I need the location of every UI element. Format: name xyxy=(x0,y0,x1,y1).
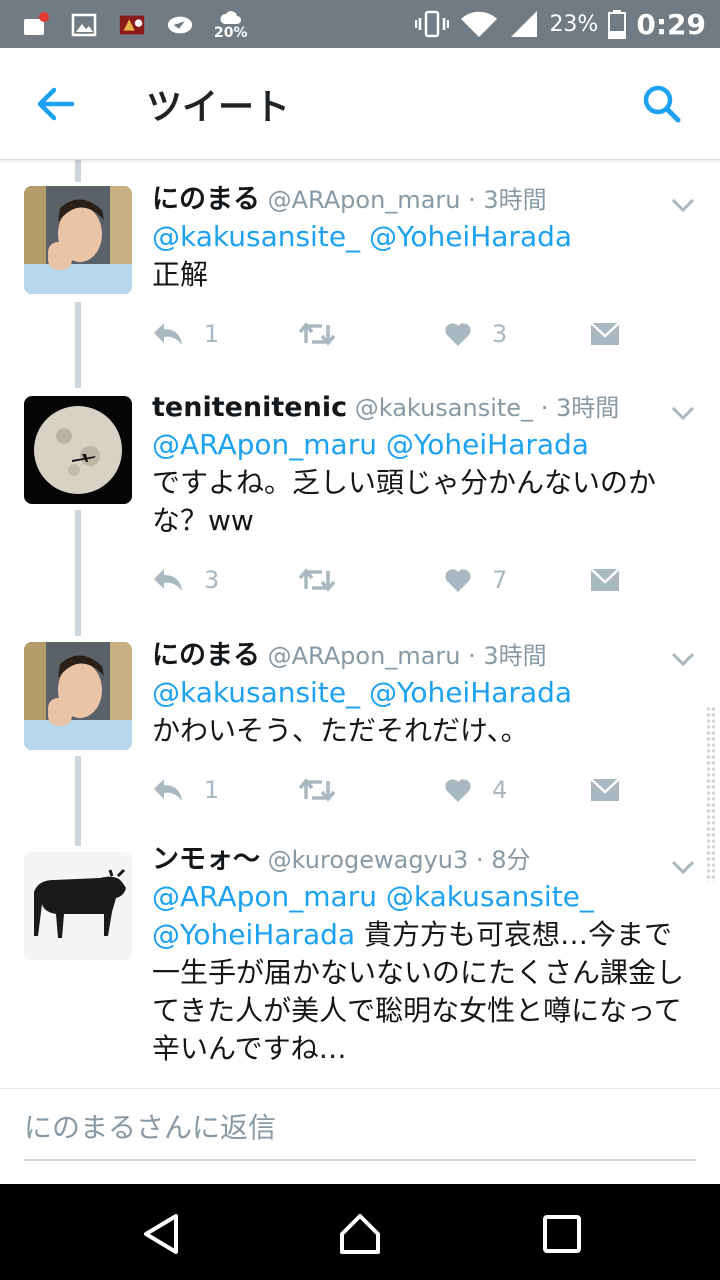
square-recents-icon xyxy=(543,1215,581,1253)
reply-icon xyxy=(154,779,182,801)
heart-icon xyxy=(445,323,471,346)
reply-count: 3 xyxy=(204,566,220,594)
scroll-indicator xyxy=(706,706,716,882)
tweet[interactable]: ンモォ〜 @kurogewagyu3 · 8分 @ARApon_maru @ka… xyxy=(0,844,720,1088)
cloud-icon xyxy=(220,11,241,24)
system-navigation-bar xyxy=(0,1184,720,1280)
reply-icon xyxy=(154,569,182,591)
retweet-button[interactable] xyxy=(298,314,336,354)
tweet-menu-button[interactable] xyxy=(668,190,698,220)
direct-message-button[interactable] xyxy=(590,770,620,810)
home-icon xyxy=(340,1214,380,1254)
chevron-down-icon xyxy=(671,406,695,421)
handle[interactable]: @ARApon_maru xyxy=(268,642,461,670)
status-bar: 20% 23% 0:29 xyxy=(0,0,720,48)
display-name[interactable]: tenitenitenic xyxy=(152,392,347,423)
retweet-button[interactable] xyxy=(298,770,336,810)
thread-line xyxy=(75,160,81,182)
triangle-back-icon xyxy=(144,1214,178,1254)
heart-icon xyxy=(445,779,471,802)
tweet-text: かわいそう、ただそれだけ、。 xyxy=(152,714,529,747)
search-icon xyxy=(643,85,681,123)
clock: 0:29 xyxy=(636,7,706,41)
handle[interactable]: @kakusansite_ xyxy=(355,394,533,422)
reply-count: 1 xyxy=(204,320,220,348)
weather-indicator: 20% xyxy=(214,10,248,40)
search-button[interactable] xyxy=(640,82,684,126)
display-name[interactable]: にのまる xyxy=(152,184,260,215)
avatar[interactable] xyxy=(24,186,132,294)
retweet-icon xyxy=(298,322,336,346)
nav-back-button[interactable] xyxy=(140,1212,184,1256)
chevron-down-icon xyxy=(671,860,695,875)
battery-percent: 23% xyxy=(549,11,599,37)
retweet-button[interactable] xyxy=(298,560,336,600)
messenger-icon xyxy=(166,11,194,39)
display-name[interactable]: ンモォ〜 xyxy=(152,844,260,875)
envelope-icon xyxy=(590,322,620,345)
envelope-icon xyxy=(590,778,620,801)
tweet-text: ですよね。乏しい頭じゃ分かんないのかな？ww xyxy=(152,466,657,537)
mentions[interactable]: @kakusansite_ @YoheiHarada xyxy=(152,676,572,709)
avatar[interactable] xyxy=(24,396,132,504)
chevron-down-icon xyxy=(671,652,695,667)
mentions[interactable]: @kakusansite_ @YoheiHarada xyxy=(152,220,572,253)
like-count: 7 xyxy=(492,566,508,594)
like-count: 3 xyxy=(492,320,508,348)
app-bar: ツイート xyxy=(0,48,720,160)
like-button[interactable]: 3 xyxy=(444,314,507,354)
reply-icon xyxy=(154,323,182,345)
tweet[interactable]: tenitenitenic @kakusansite_ · 3時間 @ARApo… xyxy=(0,392,720,628)
reply-button[interactable]: 1 xyxy=(152,314,219,354)
heart-icon xyxy=(445,569,471,592)
nav-recents-button[interactable] xyxy=(540,1212,584,1256)
tweet[interactable]: にのまる @ARApon_maru · 3時間 @kakusansite_ @Y… xyxy=(0,640,720,842)
weather-percent: 20% xyxy=(214,25,248,41)
envelope-icon xyxy=(590,568,620,591)
direct-message-button[interactable] xyxy=(590,314,620,354)
reply-button[interactable]: 3 xyxy=(152,560,219,600)
signal-icon xyxy=(511,11,538,37)
arrow-left-icon xyxy=(37,87,75,121)
avatar[interactable] xyxy=(24,852,132,960)
reply-bar: にのまるさんに返信 xyxy=(0,1088,720,1184)
tweet-text: 正解 xyxy=(152,258,209,291)
chevron-down-icon xyxy=(671,198,695,213)
back-button[interactable] xyxy=(34,82,78,126)
battery-icon xyxy=(608,10,627,39)
tweet[interactable]: にのまる @ARApon_maru · 3時間 @kakusansite_ @Y… xyxy=(0,184,720,396)
timestamp: · 3時間 xyxy=(468,642,547,670)
timestamp: · 8分 xyxy=(475,846,531,874)
reply-button[interactable]: 1 xyxy=(152,770,219,810)
like-button[interactable]: 4 xyxy=(444,770,507,810)
display-name[interactable]: にのまる xyxy=(152,640,260,671)
notification-app-icon xyxy=(22,11,50,39)
retweet-icon xyxy=(298,568,336,592)
handle[interactable]: @kurogewagyu3 xyxy=(268,846,469,874)
tweet-menu-button[interactable] xyxy=(668,644,698,674)
reply-count: 1 xyxy=(204,776,220,804)
tweet-thread[interactable]: にのまる @ARApon_maru · 3時間 @kakusansite_ @Y… xyxy=(0,160,720,1088)
handle[interactable]: @ARApon_maru xyxy=(268,186,461,214)
like-count: 4 xyxy=(492,776,508,804)
retweet-icon xyxy=(298,778,336,802)
game-notification-icon xyxy=(118,11,146,39)
vibrate-icon xyxy=(415,10,450,38)
mentions[interactable]: @ARApon_maru @YoheiHarada xyxy=(152,428,589,461)
timestamp: · 3時間 xyxy=(468,186,547,214)
direct-message-button[interactable] xyxy=(590,560,620,600)
like-button[interactable]: 7 xyxy=(444,560,507,600)
tweet-menu-button[interactable] xyxy=(668,852,698,882)
avatar[interactable] xyxy=(24,642,132,750)
page-title: ツイート xyxy=(146,87,291,128)
timestamp: · 3時間 xyxy=(540,394,620,422)
image-notification-icon xyxy=(70,11,98,39)
reply-input[interactable]: にのまるさんに返信 xyxy=(24,1103,696,1161)
nav-home-button[interactable] xyxy=(338,1212,382,1256)
wifi-icon xyxy=(461,11,498,37)
tweet-menu-button[interactable] xyxy=(668,398,698,428)
